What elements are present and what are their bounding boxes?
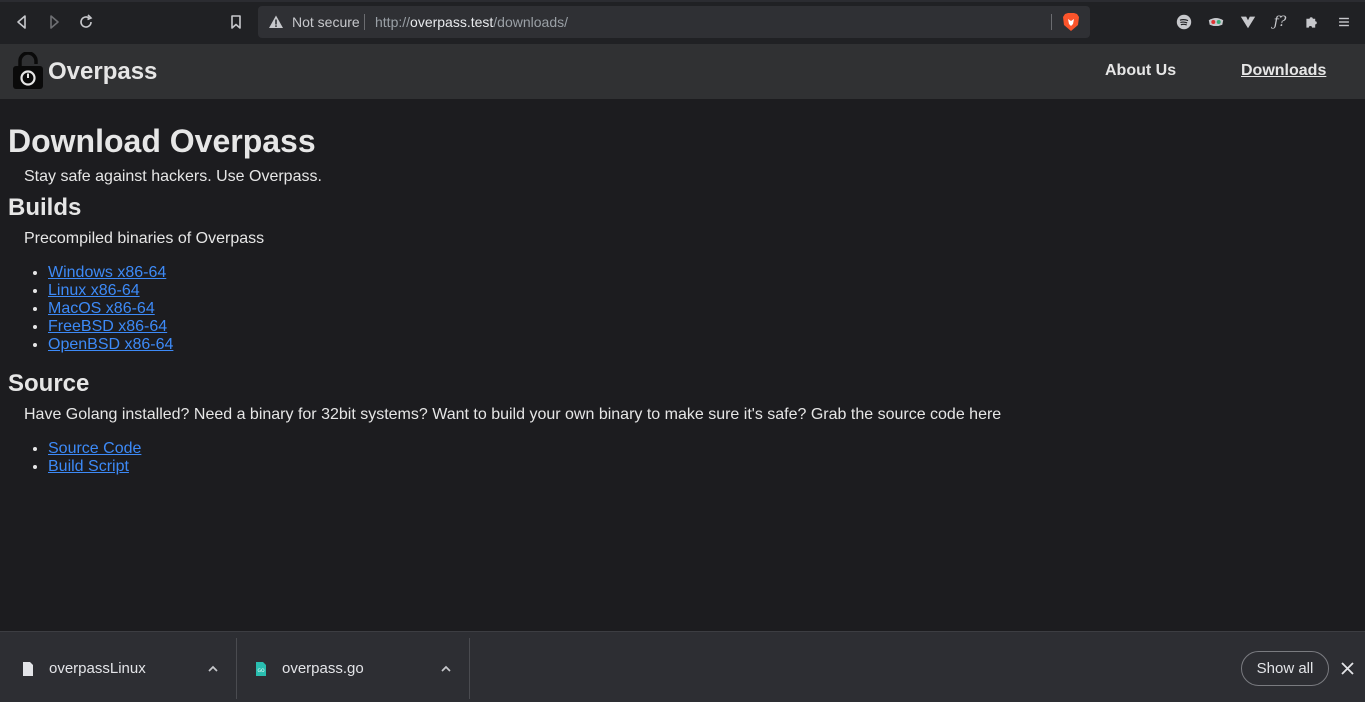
download-filename: overpass.go (282, 660, 364, 677)
go-file-icon: GO (256, 662, 266, 676)
list-item: OpenBSD x86-64 (48, 336, 173, 354)
show-all-button[interactable]: Show all (1241, 651, 1329, 686)
back-arrow-icon (17, 15, 26, 29)
nav-downloads-link[interactable]: Downloads (1241, 62, 1326, 80)
list-item: Source Code (48, 440, 141, 458)
address-bar[interactable]: Not secure http://overpass.test/download… (258, 6, 1090, 38)
menu-hamburger-icon[interactable] (1334, 12, 1354, 32)
linux-build-link[interactable]: Linux x86-64 (48, 282, 140, 299)
builds-list: Windows x86-64 Linux x86-64 MacOS x86-64… (48, 264, 173, 354)
openbsd-build-link[interactable]: OpenBSD x86-64 (48, 336, 173, 353)
spotify-extension-icon[interactable] (1174, 12, 1194, 32)
list-item: MacOS x86-64 (48, 300, 173, 318)
reload-icon (80, 14, 93, 28)
builds-description: Precompiled binaries of Overpass (24, 230, 265, 247)
forward-button[interactable] (42, 10, 66, 34)
url-text[interactable]: http://overpass.test/downloads/ (375, 14, 568, 30)
forward-arrow-icon (50, 15, 59, 29)
tab-strip-edge (0, 0, 1365, 2)
builds-heading: Builds (8, 194, 82, 221)
extensions-puzzle-icon[interactable] (1302, 12, 1322, 32)
url-path: /downloads/ (493, 14, 569, 30)
url-scheme: http:// (375, 14, 411, 30)
macos-build-link[interactable]: MacOS x86-64 (48, 300, 155, 317)
file-icon (23, 662, 33, 676)
source-heading: Source (8, 370, 90, 397)
download-item-overpassgo[interactable]: GO overpass.go (237, 638, 469, 698)
build-script-link[interactable]: Build Script (48, 458, 129, 475)
warning-icon[interactable] (268, 14, 284, 30)
mask-extension-icon[interactable] (1206, 12, 1226, 32)
url-host: overpass.test (410, 14, 494, 30)
list-item: Build Script (48, 458, 141, 476)
padlock-logo-icon[interactable] (12, 52, 44, 90)
bookmark-button[interactable] (224, 10, 248, 34)
list-item: FreeBSD x86-64 (48, 318, 173, 336)
close-icon[interactable] (1340, 661, 1355, 676)
security-status-label[interactable]: Not secure (292, 14, 360, 30)
nav-about-us-link[interactable]: About Us (1105, 62, 1176, 80)
back-button[interactable] (10, 10, 34, 34)
source-description: Have Golang installed? Need a binary for… (24, 406, 1002, 423)
svg-text:GO: GO (257, 668, 264, 674)
site-header: Overpass About Us Downloads (0, 44, 1365, 99)
download-divider (469, 638, 470, 699)
list-item: Linux x86-64 (48, 282, 173, 300)
source-list: Source Code Build Script (48, 440, 141, 476)
address-divider (364, 14, 365, 30)
chevron-up-icon[interactable] (206, 662, 220, 676)
bookmark-icon (231, 15, 241, 29)
windows-build-link[interactable]: Windows x86-64 (48, 264, 166, 281)
reload-button[interactable] (74, 10, 98, 34)
source-code-link[interactable]: Source Code (48, 440, 141, 457)
page-title: Download Overpass (8, 123, 316, 159)
site-brand[interactable]: Overpass (48, 58, 157, 86)
downloads-shelf: overpassLinux GO overpass.go Show all (0, 631, 1365, 702)
brave-shields-icon[interactable] (1062, 12, 1080, 32)
address-divider-right (1051, 14, 1052, 30)
freebsd-build-link[interactable]: FreeBSD x86-64 (48, 318, 167, 335)
download-item-overpasslinux[interactable]: overpassLinux (0, 638, 236, 698)
browser-toolbar: Not secure http://overpass.test/download… (0, 0, 1365, 44)
download-filename: overpassLinux (49, 660, 146, 677)
font-finder-extension-icon[interactable]: ƒ? (1270, 12, 1290, 32)
vue-devtools-extension-icon[interactable] (1238, 12, 1258, 32)
chevron-up-icon[interactable] (439, 662, 453, 676)
list-item: Windows x86-64 (48, 264, 173, 282)
tagline: Stay safe against hackers. Use Overpass. (24, 168, 322, 185)
